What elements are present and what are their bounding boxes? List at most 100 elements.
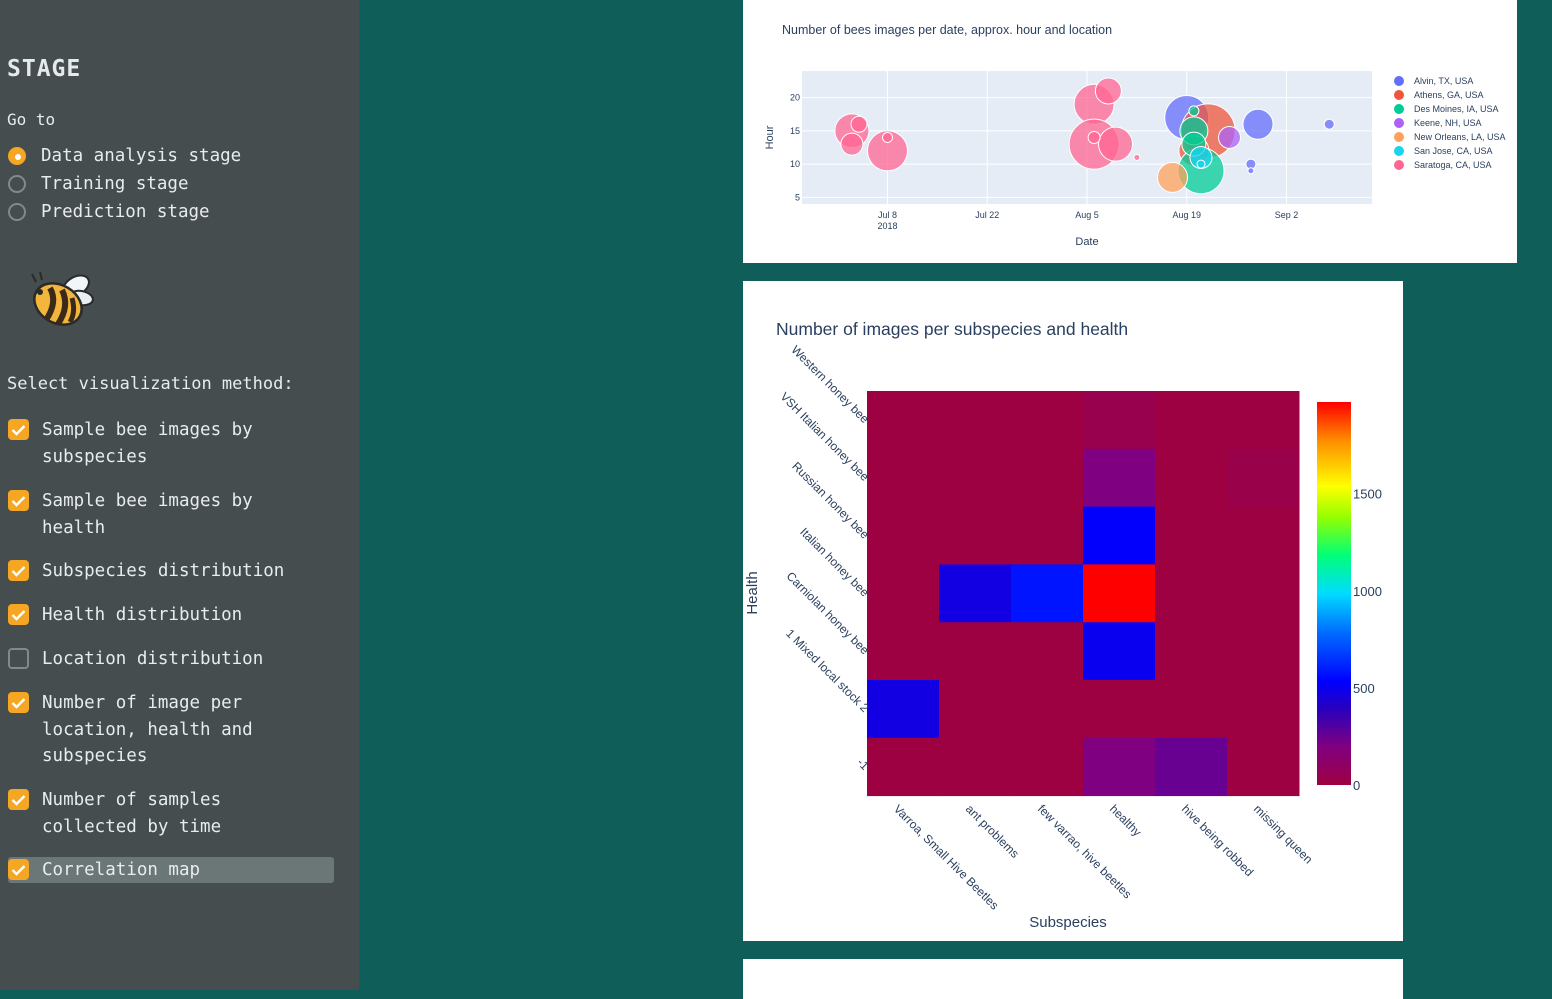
checkbox-label: Number of samples collected by time [42,790,222,837]
legend-label: Des Moines, IA, USA [1414,104,1499,114]
x-tick-label: ant problems [963,802,1022,861]
legend-marker [1394,104,1404,114]
checkbox-checked-icon[interactable] [8,604,29,625]
heatmap-cell [1227,737,1300,797]
bubble-chart[interactable]: Number of bees images per date, approx. … [743,0,1517,263]
bubble-point [1087,131,1101,144]
checkbox-checked-icon[interactable] [8,859,29,880]
legend-label: Keene, NH, USA [1414,118,1482,128]
x-tick-label: missing queen [1251,802,1316,867]
checkbox-samples-by-time[interactable]: Number of samples collected by time [8,787,302,840]
checkbox-label: Location distribution [42,649,264,669]
checkbox-images-per-location-health-subspecies[interactable]: Number of image per location, health and… [8,690,302,770]
heatmap-cell [1155,391,1228,450]
sidebar: STAGE Go to Data analysis stage Training… [0,0,359,990]
heatmap-cell [1083,564,1156,623]
heatmap-cell [1083,737,1156,797]
bubble-point [840,132,864,156]
x-tick-label: Jul 8 [878,210,897,220]
heatmap-cell [1227,391,1300,450]
checkbox-label: Sample bee images by subspecies [42,420,253,467]
checkbox-checked-icon[interactable] [8,490,29,511]
checkbox-health-distribution[interactable]: Health distribution [8,602,302,629]
bubble-point [1196,159,1206,169]
checkbox-sample-by-health[interactable]: Sample bee images by health [8,488,302,541]
heatmap-cell [1227,448,1300,508]
bubble-point [1188,105,1200,117]
heatmap-panel: Number of images per subspecies and heal… [743,281,1403,941]
checkbox-label: Correlation map [42,860,201,880]
checkbox-subspecies-distribution[interactable]: Subspecies distribution [8,558,302,585]
colorbar-tick-label: 1000 [1353,584,1382,599]
heatmap-cell [867,391,940,450]
y-tick-label: 5 [795,192,800,202]
radio-unselected-icon[interactable] [8,203,26,221]
heatmap-cell [1011,680,1084,739]
y-axis-label: Health [744,571,761,614]
colorbar-tick-label: 500 [1353,681,1375,696]
stage-title: STAGE [7,56,82,82]
legend-label: Saratoga, CA, USA [1414,160,1492,170]
checkbox-unchecked-icon[interactable] [8,648,29,669]
checkbox-checked-icon[interactable] [8,419,29,440]
checkbox-label: Health distribution [42,605,243,625]
bubble-chart-panel: Number of bees images per date, approx. … [743,0,1517,263]
chart-title: Number of bees images per date, approx. … [782,23,1112,37]
legend-marker [1394,160,1404,170]
legend-label: Alvin, TX, USA [1414,76,1473,86]
checkbox-sample-by-subspecies[interactable]: Sample bee images by subspecies [8,417,302,470]
heatmap-cell [1011,506,1084,565]
x-tick-label: Sep 2 [1275,210,1299,220]
checkbox-checked-icon[interactable] [8,560,29,581]
bubble-point [1247,167,1255,175]
radio-label: Data analysis stage [41,146,242,166]
x-tick-label: Jul 22 [975,210,999,220]
heatmap-cell [1227,506,1300,565]
radio-label: Prediction stage [41,202,210,222]
legend-marker [1394,132,1404,142]
colorbar-tick-label: 1500 [1353,487,1382,502]
heatmap-cell [867,737,940,797]
heatmap-cell [867,680,940,739]
heatmap-cell [1011,391,1084,450]
checkbox-checked-icon[interactable] [8,692,29,713]
checkbox-checked-icon[interactable] [8,789,29,810]
checkbox-label: Number of image per location, health and… [42,693,253,766]
checkbox-location-distribution[interactable]: Location distribution [8,646,302,673]
heatmap-cell [867,564,940,623]
heatmap-cell [867,448,940,508]
radio-unselected-icon[interactable] [8,175,26,193]
checkbox-label: Subspecies distribution [42,561,285,581]
next-chart-panel [743,959,1403,999]
heatmap-cell [1083,506,1156,565]
radio-selected-icon[interactable] [8,147,26,165]
x-tick-label: Aug 5 [1075,210,1099,220]
x-tick-label: healthy [1107,802,1144,839]
heatmap-cell [1227,680,1300,739]
radio-prediction-stage[interactable]: Prediction stage [8,200,210,224]
heatmap-cell [1083,391,1156,450]
y-tick-label: 15 [790,126,800,136]
radio-label: Training stage [41,174,189,194]
bubble-point [1133,153,1141,161]
radio-data-analysis-stage[interactable]: Data analysis stage [8,144,241,168]
chart-title: Number of images per subspecies and heal… [776,319,1128,339]
heatmap-cell [1155,564,1228,623]
heatmap-cell [1155,448,1228,508]
heatmap-cell [939,737,1012,797]
heatmap-cell [1155,737,1228,797]
legend-label: Athens, GA, USA [1414,90,1484,100]
x-tick-sublabel: 2018 [877,221,897,231]
checkbox-correlation-map[interactable]: Correlation map [8,857,334,883]
bubble-point [1323,118,1335,130]
heatmap-cell [939,564,1012,623]
legend-marker [1394,118,1404,128]
heatmap-cell [1155,680,1228,739]
radio-training-stage[interactable]: Training stage [8,172,189,196]
checkbox-label: Sample bee images by health [42,491,253,538]
legend-marker [1394,146,1404,156]
heatmap-cell [1011,448,1084,508]
heatmap-chart[interactable]: Number of images per subspecies and heal… [743,281,1403,941]
x-axis-label: Subspecies [1029,914,1107,931]
heatmap-cell [1083,680,1156,739]
